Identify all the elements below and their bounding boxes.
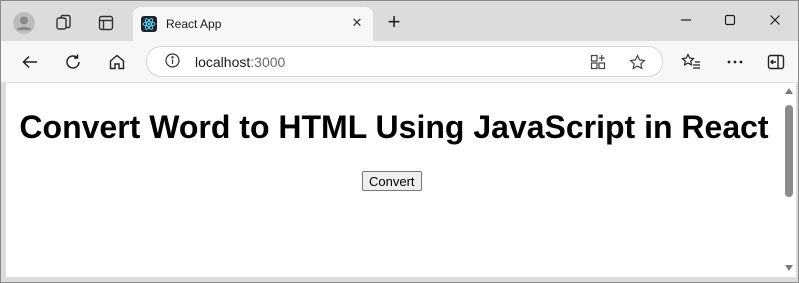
title-bar: React App ✕ + bbox=[1, 1, 798, 41]
scroll-down-icon[interactable] bbox=[785, 265, 793, 271]
tab-actions-icon[interactable] bbox=[94, 11, 118, 35]
avatar-icon[interactable] bbox=[12, 11, 36, 35]
convert-button[interactable]: Convert bbox=[362, 171, 422, 191]
refresh-icon[interactable] bbox=[60, 49, 86, 75]
workspaces-icon[interactable] bbox=[52, 11, 76, 35]
tab-react-app[interactable]: React App ✕ bbox=[133, 7, 373, 41]
tab-title: React App bbox=[166, 17, 222, 31]
navigation-toolbar: localhost:3000 bbox=[1, 41, 798, 83]
home-icon[interactable] bbox=[104, 49, 130, 75]
page-viewport: Convert Word to HTML Using JavaScript in… bbox=[6, 83, 782, 277]
info-icon[interactable] bbox=[165, 53, 180, 68]
new-tab-icon[interactable]: + bbox=[383, 11, 405, 34]
favorites-icon[interactable] bbox=[678, 49, 704, 75]
close-tab-icon[interactable]: ✕ bbox=[349, 15, 365, 31]
app-available-icon[interactable] bbox=[588, 52, 608, 72]
minimize-icon[interactable] bbox=[671, 9, 701, 33]
browser-window: React App ✕ + localhost:3000 Convert Wor… bbox=[0, 0, 799, 283]
maximize-icon[interactable] bbox=[715, 9, 745, 33]
scroll-thumb[interactable] bbox=[785, 105, 793, 197]
more-icon[interactable] bbox=[722, 49, 748, 75]
page-title: Convert Word to HTML Using JavaScript in… bbox=[19, 109, 769, 145]
back-arrow-icon[interactable] bbox=[17, 49, 43, 75]
scroll-up-icon[interactable] bbox=[785, 88, 793, 94]
close-window-icon[interactable] bbox=[760, 9, 790, 33]
react-icon bbox=[141, 16, 157, 32]
vertical-scrollbar[interactable] bbox=[782, 83, 796, 277]
address-bar[interactable]: localhost:3000 bbox=[146, 46, 663, 77]
address-text[interactable]: localhost:3000 bbox=[195, 54, 285, 70]
sidebar-icon[interactable] bbox=[763, 49, 789, 75]
star-icon[interactable] bbox=[627, 52, 647, 72]
